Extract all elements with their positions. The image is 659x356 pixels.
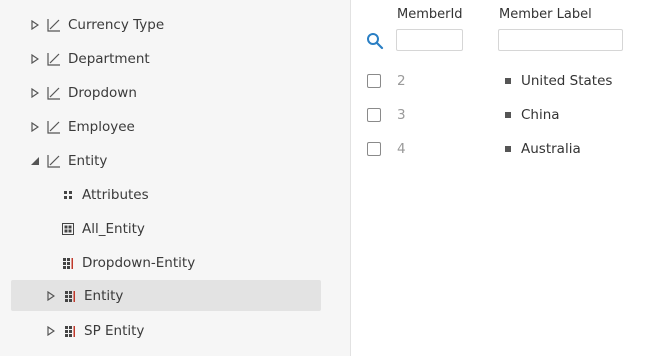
tree-item-department[interactable]: Department bbox=[11, 43, 321, 74]
table-row[interactable]: 4 Australia bbox=[351, 134, 659, 164]
member-bullet-icon bbox=[505, 146, 511, 152]
tree-item-currency-type[interactable]: Currency Type bbox=[11, 9, 321, 40]
hierarchy-grid-icon bbox=[60, 255, 76, 271]
tree-item-dropdown[interactable]: Dropdown bbox=[11, 77, 321, 108]
tree-child-all-entity[interactable]: All_Entity bbox=[11, 213, 321, 244]
member-bullet-icon bbox=[505, 112, 511, 118]
dimension-tree-panel: Currency Type Department Dropdown Employ… bbox=[0, 0, 351, 356]
hierarchy-grid-icon bbox=[62, 323, 78, 339]
member-id-filter-input[interactable] bbox=[396, 29, 463, 51]
tree-child-attributes[interactable]: Attributes bbox=[11, 179, 321, 210]
tree-item-employee[interactable]: Employee bbox=[11, 111, 321, 142]
tree-child-dropdown-entity[interactable]: Dropdown-Entity bbox=[11, 247, 321, 278]
tree-item-label: Currency Type bbox=[68, 16, 165, 33]
expand-caret-icon[interactable] bbox=[29, 87, 41, 98]
tree-item-label: Department bbox=[68, 50, 150, 67]
member-id-cell: 2 bbox=[397, 73, 406, 89]
expand-caret-icon[interactable] bbox=[29, 53, 41, 64]
grid-table-icon bbox=[60, 221, 76, 237]
row-checkbox[interactable] bbox=[367, 108, 381, 122]
attributes-dots-icon bbox=[60, 187, 76, 203]
chart-line-icon bbox=[46, 119, 62, 135]
tree-child-entity[interactable]: Entity bbox=[11, 280, 321, 311]
expand-caret-icon[interactable] bbox=[45, 290, 57, 301]
tree-child-sp-entity[interactable]: SP Entity bbox=[11, 315, 321, 346]
member-label-filter-input[interactable] bbox=[498, 29, 623, 51]
tree-item-entity[interactable]: Entity bbox=[11, 145, 321, 176]
column-header-member-id[interactable]: MemberId bbox=[397, 7, 463, 22]
chart-line-icon bbox=[46, 51, 62, 67]
tree-item-label: Employee bbox=[68, 118, 135, 135]
member-id-cell: 3 bbox=[397, 107, 406, 123]
expand-caret-icon[interactable] bbox=[45, 325, 57, 336]
tree-child-label: Attributes bbox=[82, 186, 149, 203]
member-grid-panel: MemberId Member Label 2 United States 3 … bbox=[351, 0, 659, 356]
chart-line-icon bbox=[46, 17, 62, 33]
column-header-member-label[interactable]: Member Label bbox=[499, 7, 592, 22]
member-bullet-icon bbox=[505, 78, 511, 84]
table-row[interactable]: 2 United States bbox=[351, 66, 659, 96]
search-icon[interactable] bbox=[366, 32, 384, 50]
tree-child-label: SP Entity bbox=[84, 322, 145, 339]
tree-item-label: Entity bbox=[68, 152, 108, 169]
expand-caret-icon[interactable] bbox=[29, 19, 41, 30]
chart-line-icon bbox=[46, 153, 62, 169]
member-label-cell: United States bbox=[521, 73, 613, 89]
expand-caret-icon[interactable] bbox=[29, 121, 41, 132]
collapse-caret-icon[interactable] bbox=[29, 156, 41, 166]
table-row[interactable]: 3 China bbox=[351, 100, 659, 130]
hierarchy-grid-icon bbox=[62, 288, 78, 304]
member-id-cell: 4 bbox=[397, 141, 406, 157]
tree-child-label: Entity bbox=[84, 287, 124, 304]
row-checkbox[interactable] bbox=[367, 74, 381, 88]
row-checkbox[interactable] bbox=[367, 142, 381, 156]
tree-child-label: Dropdown-Entity bbox=[82, 254, 196, 271]
member-label-cell: Australia bbox=[521, 141, 581, 157]
tree-child-label: All_Entity bbox=[82, 220, 145, 237]
member-label-cell: China bbox=[521, 107, 560, 123]
chart-line-icon bbox=[46, 85, 62, 101]
tree-item-label: Dropdown bbox=[68, 84, 137, 101]
